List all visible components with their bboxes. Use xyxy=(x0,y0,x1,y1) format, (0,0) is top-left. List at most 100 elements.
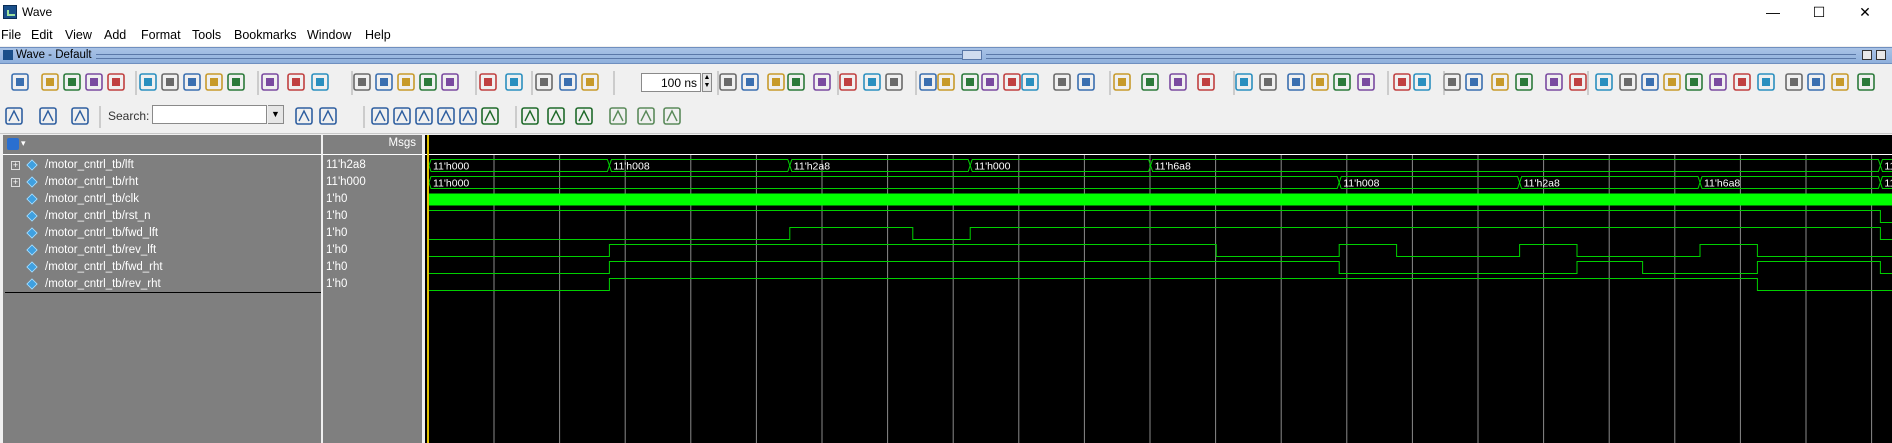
toolbar-icon-glyph-57 xyxy=(1496,78,1504,86)
zoom-step-input[interactable]: 100 ns xyxy=(641,73,701,92)
minimize-button[interactable]: — xyxy=(1750,0,1796,24)
toolbar-icon-glyph-6 xyxy=(166,78,174,86)
toolbar-icon-glyph-16 xyxy=(424,78,432,86)
toolbar-icon-glyph-55 xyxy=(1448,78,1456,86)
menu-file[interactable]: File xyxy=(1,28,21,42)
toolbar-icon-glyph-32 xyxy=(844,78,852,86)
search-dropdown-button[interactable]: ▼ xyxy=(268,105,284,124)
toolbar2-icon-glyph-15 xyxy=(640,109,652,122)
menu-edit[interactable]: Edit xyxy=(31,28,53,42)
signal-value: 1'h0 xyxy=(326,261,348,273)
toolbar-icon-glyph-39 xyxy=(1008,78,1016,86)
toolbar-icon-glyph-30 xyxy=(792,78,800,86)
signal-value-row: 1'h0 xyxy=(323,259,422,276)
drag-grip[interactable] xyxy=(96,54,966,59)
toolbar2-icon-glyph-7 xyxy=(418,109,430,122)
menu-window[interactable]: Window xyxy=(307,28,351,42)
menu-format[interactable]: Format xyxy=(141,28,181,42)
clock-waveform xyxy=(429,193,1892,206)
toolbar2-icon-glyph-5 xyxy=(374,109,386,122)
bus-segment xyxy=(428,176,1340,189)
toolbar2-icon-glyph-9 xyxy=(462,109,474,122)
toolbar-icon-glyph-63 xyxy=(1646,78,1654,86)
chevron-down-icon[interactable]: ▾ xyxy=(21,138,26,149)
bit-waveform xyxy=(429,227,1892,240)
signal-diamond-icon xyxy=(26,210,38,222)
bus-value-label: 11'h000 xyxy=(974,161,1010,173)
signal-values-pane: Msgs 11'h2a8 11'h000 1'h0 1'h0 1'h0 1'h0 1'h0 1… xyxy=(323,135,422,443)
signal-diamond-icon xyxy=(26,193,38,205)
maximize-button[interactable]: ☐ xyxy=(1796,0,1842,24)
toolbar-icon-glyph-58 xyxy=(1520,78,1528,86)
signal-row[interactable]: /motor_cntrl_tb/rev_rht xyxy=(3,276,321,293)
menu-bookmarks[interactable]: Bookmarks xyxy=(234,28,297,42)
undock-handle[interactable] xyxy=(962,50,982,60)
signal-value-row: 11'h2a8 xyxy=(323,157,422,174)
toolbar-icon-glyph-50 xyxy=(1316,78,1324,86)
toolbar-icon-glyph-65 xyxy=(1690,78,1698,86)
search-input[interactable] xyxy=(152,105,267,124)
toolbar-icon-glyph-51 xyxy=(1338,78,1346,86)
dock-icon[interactable] xyxy=(1862,50,1872,60)
signal-row[interactable]: /motor_cntrl_tb/fwd_lft xyxy=(3,225,321,242)
signal-row[interactable]: /motor_cntrl_tb/fwd_rht xyxy=(3,259,321,276)
toolbar-icon-glyph-31 xyxy=(818,78,826,86)
toolbar-icon-glyph-4 xyxy=(112,78,120,86)
toolbar-row-1: 100 ns ▲ ▼ xyxy=(0,66,1892,100)
menu-help[interactable]: Help xyxy=(365,28,391,42)
toolbar-icon-glyph-8 xyxy=(210,78,218,86)
toolbar-icon-glyph-53 xyxy=(1398,78,1406,86)
menu-tools[interactable]: Tools xyxy=(192,28,221,42)
signal-row[interactable]: + /motor_cntrl_tb/rht xyxy=(3,174,321,191)
bus-value-label: 11'h6a8 xyxy=(1704,178,1740,190)
wave-format-icon[interactable] xyxy=(7,138,19,150)
toolbar-icon-glyph-17 xyxy=(446,78,454,86)
signal-name: /motor_cntrl_tb/clk xyxy=(45,193,139,205)
bus-value-label: 11'h008 xyxy=(613,161,649,173)
signal-names-pane: ▾ + /motor_cntrl_tb/lft + /motor_cntrl_tb/r… xyxy=(3,135,321,443)
signal-row[interactable]: + /motor_cntrl_tb/lft xyxy=(3,157,321,174)
waveform-pane[interactable]: 11'h000 11'h008 11'h2a8 11'h000 11'h6a8 11'h0… xyxy=(425,135,1892,443)
toolbar-icon-glyph-34 xyxy=(890,78,898,86)
toolbar-icon-glyph-54 xyxy=(1418,78,1426,86)
subwindow-title: Wave - Default xyxy=(16,49,92,61)
toolbar-icon-glyph-59 xyxy=(1550,78,1558,86)
bit-waveform xyxy=(429,244,1892,257)
close-button[interactable]: ✕ xyxy=(1842,0,1888,24)
bus-value-label: 11'h2a8 xyxy=(794,161,830,173)
signal-value-row: 1'h0 xyxy=(323,225,422,242)
toolbar-icon-glyph-56 xyxy=(1470,78,1478,86)
waveform-canvas[interactable]: 11'h000 11'h008 11'h2a8 11'h000 11'h6a8 11'h0… xyxy=(425,135,1892,443)
menu-add[interactable]: Add xyxy=(104,28,126,42)
toolbar2-icon-glyph-0 xyxy=(8,109,20,122)
zoom-step-spinner[interactable]: ▲ ▼ xyxy=(702,73,712,92)
toolbar-icon-glyph-1 xyxy=(46,78,54,86)
bus-value-label: 11'h000 xyxy=(433,178,469,190)
waveform-header xyxy=(425,135,1892,154)
toolbar-icon-glyph-62 xyxy=(1624,78,1632,86)
signal-row[interactable]: /motor_cntrl_tb/rev_lft xyxy=(3,242,321,259)
signal-row[interactable]: /motor_cntrl_tb/clk xyxy=(3,191,321,208)
msgs-label: Msgs xyxy=(388,137,416,149)
toolbar-icon-glyph-64 xyxy=(1668,78,1676,86)
toolbar-icon-glyph-0 xyxy=(16,78,24,86)
signal-diamond-icon xyxy=(26,159,38,171)
menu-view[interactable]: View xyxy=(65,28,92,42)
toolbar-icon-glyph-19 xyxy=(510,78,518,86)
toolbar2-icon-glyph-8 xyxy=(440,109,452,122)
toolbar2-icon-glyph-12 xyxy=(550,109,562,122)
toolbar-icon-glyph-42 xyxy=(1082,78,1090,86)
expand-icon[interactable]: + xyxy=(11,178,20,187)
signal-row[interactable]: /motor_cntrl_tb/rst_n xyxy=(3,208,321,225)
bus-value-label: 11'h000 xyxy=(1884,178,1892,190)
undock-icon[interactable] xyxy=(1876,50,1886,60)
drag-grip[interactable] xyxy=(986,54,1856,59)
toolbar2-icon-glyph-14 xyxy=(612,109,624,122)
toolbar-icon-glyph-46 xyxy=(1202,78,1210,86)
signal-value: 11'h000 xyxy=(326,176,366,188)
bus-value-label: 11'h6a8 xyxy=(1155,161,1191,173)
toolbar-icon-glyph-38 xyxy=(986,78,994,86)
toolbar-icon-glyph-11 xyxy=(292,78,300,86)
expand-icon[interactable]: + xyxy=(11,161,20,170)
toolbar-icon-glyph-12 xyxy=(316,78,324,86)
